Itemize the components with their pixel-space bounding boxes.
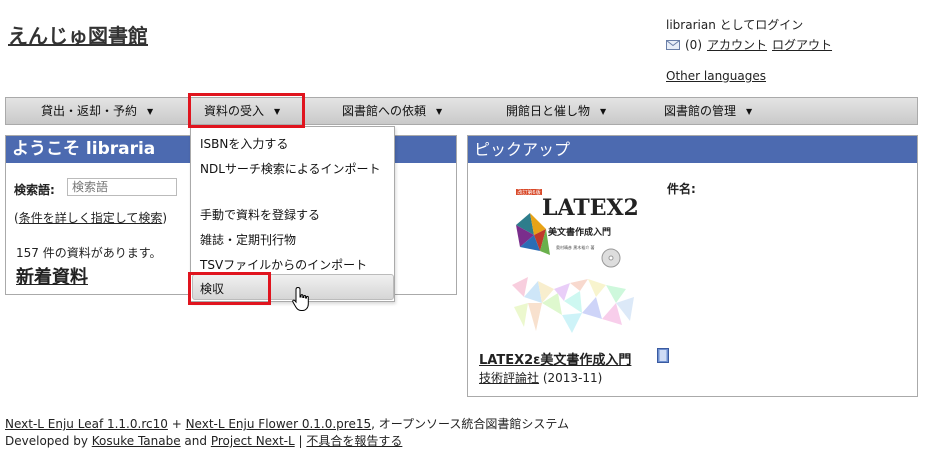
cover-subtitle: 美文書作成入門 (548, 226, 611, 238)
menu-label: 貸出・返却・予約 (41, 104, 138, 118)
cover-logo: LATEX2ε (542, 195, 640, 221)
advanced-search-link[interactable]: 条件を詳しく指定して検索 (19, 211, 163, 225)
login-status: librarian としてログイン (666, 18, 804, 32)
dropdown-item-isbn[interactable]: ISBNを入力する (200, 135, 288, 152)
dropdown-item-tsv-import[interactable]: TSVファイルからのインポート (200, 256, 367, 273)
menu-highlight-box (188, 93, 305, 128)
search-label: 検索語: (14, 183, 55, 197)
logout-link[interactable]: ログアウト (772, 36, 832, 53)
item-highlight-box (188, 272, 271, 305)
plus-text: + (167, 417, 186, 431)
publisher-line: 技術評論社 (2013-11) (479, 369, 602, 386)
book-icon (657, 348, 669, 363)
account-link[interactable]: アカウント (707, 36, 767, 53)
publication-date: (2013-11) (542, 371, 603, 385)
pickup-title: ピックアップ (468, 136, 917, 163)
enju-leaf-link[interactable]: Next-L Enju Leaf 1.1.0.rc10 (5, 417, 168, 431)
menu-label: 図書館への依頼 (342, 104, 427, 118)
report-bug-link[interactable]: 不具合を報告する (306, 434, 402, 448)
dropdown-item-periodicals[interactable]: 雑誌・定期刊行物 (200, 231, 296, 248)
caret-down-icon: ▼ (746, 106, 753, 116)
other-languages-link[interactable]: Other languages (666, 69, 766, 83)
book-cover-image[interactable]: 改訂第6版 LATEX2ε 美文書作成入門 奥村晴彦 黒木裕介 著 (508, 185, 640, 340)
advanced-search: (条件を詳しく指定して検索) (14, 209, 167, 226)
project-link[interactable]: Project Next-L (211, 434, 295, 448)
menu-label: 図書館の管理 (664, 104, 737, 118)
cover-authors: 奥村晴彦 黒木裕介 著 (556, 244, 595, 250)
and-text: and (180, 434, 211, 448)
dropdown-item-ndl-import[interactable]: NDLサーチ検索によるインポート (200, 160, 381, 177)
enju-flower-link[interactable]: Next-L Enju Flower 0.1.0.pre15 (186, 417, 372, 431)
caret-down-icon: ▼ (436, 106, 443, 116)
new-items-link[interactable]: 新着資料 (16, 263, 88, 289)
account-line: (0) アカウント ログアウト (666, 36, 832, 53)
developed-by-text: Developed by (5, 434, 92, 448)
author-link[interactable]: Kosuke Tanabe (92, 434, 181, 448)
footer-credits: Next-L Enju Leaf 1.1.0.rc10 + Next-L Enj… (5, 415, 569, 432)
main-menu-bar: 貸出・返却・予約 ▼ 資料の受入 ▼ 図書館への依頼 ▼ 開館日と催し物 ▼ 図書館の管… (5, 97, 918, 125)
caret-down-icon: ▼ (147, 106, 154, 116)
footer-developer: Developed by Kosuke Tanabe and Project N… (5, 432, 402, 449)
publisher-link[interactable]: 技術評論社 (479, 371, 539, 385)
site-title[interactable]: えんじゅ図書館 (8, 20, 148, 49)
menu-management[interactable]: 図書館の管理 ▼ (664, 98, 752, 124)
subject-label: 件名: (667, 182, 696, 196)
menu-events[interactable]: 開館日と催し物 ▼ (506, 98, 606, 124)
caret-down-icon: ▼ (600, 106, 607, 116)
footer-tagline: , オープンソース統合図書館システム (371, 417, 570, 431)
item-count: 157 件の資料があります。 (16, 246, 162, 260)
menu-requests[interactable]: 図書館への依頼 ▼ (342, 98, 442, 124)
menu-circulation[interactable]: 貸出・返却・予約 ▼ (41, 98, 153, 124)
mail-icon[interactable] (666, 39, 680, 50)
dropdown-item-manual-register[interactable]: 手動で資料を登録する (200, 206, 320, 223)
book-title-link[interactable]: LATEX2ε美文書作成入門 (479, 349, 631, 368)
edition-badge: 改訂第6版 (517, 189, 540, 196)
hand-cursor-icon (292, 286, 309, 311)
message-count: (0) (685, 37, 702, 52)
menu-label: 開館日と催し物 (506, 104, 591, 118)
search-input[interactable] (67, 178, 177, 196)
separator-text: | (294, 434, 307, 448)
paren-close: ) (162, 211, 168, 225)
